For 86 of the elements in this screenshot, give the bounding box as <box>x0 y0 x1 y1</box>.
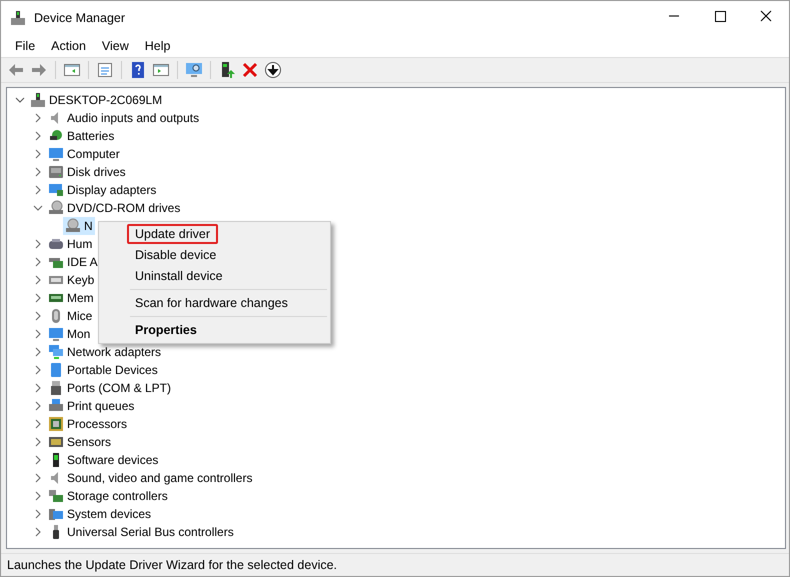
computer-icon <box>10 10 26 26</box>
chevron-down-icon[interactable] <box>15 95 25 105</box>
menu-item[interactable]: Scan for hardware changes <box>102 293 290 313</box>
menu-item[interactable]: Action <box>43 39 94 53</box>
window-title: Device Manager <box>34 11 126 25</box>
chevron-right-icon[interactable] <box>33 419 43 429</box>
chevron-right-icon[interactable] <box>33 149 43 159</box>
menu-item[interactable]: Properties <box>102 320 199 340</box>
menu-item[interactable]: File <box>7 39 44 53</box>
tree-item[interactable]: Mice <box>67 309 92 323</box>
chevron-right-icon[interactable] <box>33 293 43 303</box>
tablet-icon <box>48 362 64 378</box>
tree-item[interactable]: Keyb <box>67 273 94 287</box>
connector-icon <box>48 380 64 396</box>
tree-item[interactable]: Computer <box>67 147 120 161</box>
system-icon <box>48 506 64 522</box>
chevron-right-icon[interactable] <box>33 527 43 537</box>
menu-item[interactable]: Uninstall device <box>102 266 225 286</box>
chevron-right-icon[interactable] <box>33 329 43 339</box>
chevron-right-icon[interactable] <box>33 365 43 375</box>
chevron-right-icon[interactable] <box>33 113 43 123</box>
chevron-right-icon[interactable] <box>33 167 43 177</box>
chevron-right-icon[interactable] <box>33 491 43 501</box>
chevron-right-icon[interactable] <box>33 131 43 141</box>
pane-icon[interactable] <box>63 61 81 79</box>
menu-item[interactable]: Disable device <box>102 245 218 265</box>
tree-item[interactable]: Mon <box>67 327 90 341</box>
tree-item[interactable]: Audio inputs and outputs <box>67 111 200 125</box>
chevron-right-icon[interactable] <box>33 455 43 465</box>
pane-icon[interactable] <box>152 61 170 79</box>
tree-item[interactable]: IDE A <box>67 255 98 269</box>
disc-drive-icon <box>65 218 81 234</box>
sensor-icon <box>48 434 64 450</box>
tree-item[interactable]: Display adapters <box>67 183 156 197</box>
chevron-right-icon[interactable] <box>33 401 43 411</box>
tree-item-label: N <box>84 219 93 233</box>
properties-icon[interactable] <box>96 61 114 79</box>
network-icon <box>48 344 64 360</box>
chevron-right-icon[interactable] <box>33 239 43 249</box>
menu-item[interactable]: Update driver <box>127 224 218 244</box>
tree-item[interactable]: Storage controllers <box>67 489 168 503</box>
chevron-right-icon[interactable] <box>33 311 43 321</box>
tree-item[interactable]: Portable Devices <box>67 363 158 377</box>
tree-item[interactable]: Processors <box>67 417 128 431</box>
chip-icon <box>48 416 64 432</box>
status-text: Launches the Update Driver Wizard for the selected device. <box>7 558 338 572</box>
tree-item[interactable]: Sensors <box>67 435 112 449</box>
computer-icon <box>30 92 46 108</box>
menu-item[interactable]: Help <box>136 39 178 53</box>
tree-item[interactable]: Network adapters <box>67 345 162 359</box>
tree-item[interactable]: Software devices <box>67 453 158 467</box>
chevron-right-icon[interactable] <box>33 257 43 267</box>
chevron-right-icon[interactable] <box>33 383 43 393</box>
disc-drive-icon <box>48 200 64 216</box>
chevron-right-icon[interactable] <box>33 473 43 483</box>
tree-item[interactable]: Hum <box>67 237 92 251</box>
tree-item[interactable]: System devices <box>67 507 152 521</box>
menu-item[interactable]: View <box>94 39 137 53</box>
drive-icon <box>48 164 64 180</box>
tree-item[interactable]: Batteries <box>67 129 114 143</box>
monitor-icon <box>48 146 64 162</box>
monitor-search-icon[interactable] <box>185 61 203 79</box>
monitor-icon <box>48 326 64 342</box>
chevron-right-icon[interactable] <box>33 185 43 195</box>
chevron-right-icon[interactable] <box>33 347 43 357</box>
chevron-right-icon[interactable] <box>33 509 43 519</box>
gamepad-icon <box>48 236 64 252</box>
tree-item[interactable]: Universal Serial Bus controllers <box>67 525 234 539</box>
monitor-icon <box>48 182 64 198</box>
tree-item[interactable]: Ports (COM & LPT) <box>67 381 172 395</box>
tree-item[interactable]: Sound, video and game controllers <box>67 471 252 485</box>
tree-item[interactable]: Print queues <box>67 399 134 413</box>
printer-icon <box>48 398 64 414</box>
down-arrow-circle-icon[interactable] <box>264 61 282 79</box>
tree-item[interactable]: Disk drives <box>67 165 126 179</box>
forward-arrow-icon[interactable] <box>30 61 48 79</box>
help-icon[interactable] <box>129 61 147 79</box>
chevron-right-icon[interactable] <box>33 275 43 285</box>
chevron-down-icon[interactable] <box>33 203 43 213</box>
tree-item[interactable]: DESKTOP-2C069LM <box>49 93 162 107</box>
tree-item[interactable]: N <box>63 217 95 235</box>
tree-item[interactable]: Mem <box>67 291 94 305</box>
tree-item[interactable]: DVD/CD-ROM drives <box>67 201 180 215</box>
controller-card-icon <box>48 488 64 504</box>
delete-icon[interactable] <box>241 61 259 79</box>
chevron-right-icon[interactable] <box>33 437 43 447</box>
